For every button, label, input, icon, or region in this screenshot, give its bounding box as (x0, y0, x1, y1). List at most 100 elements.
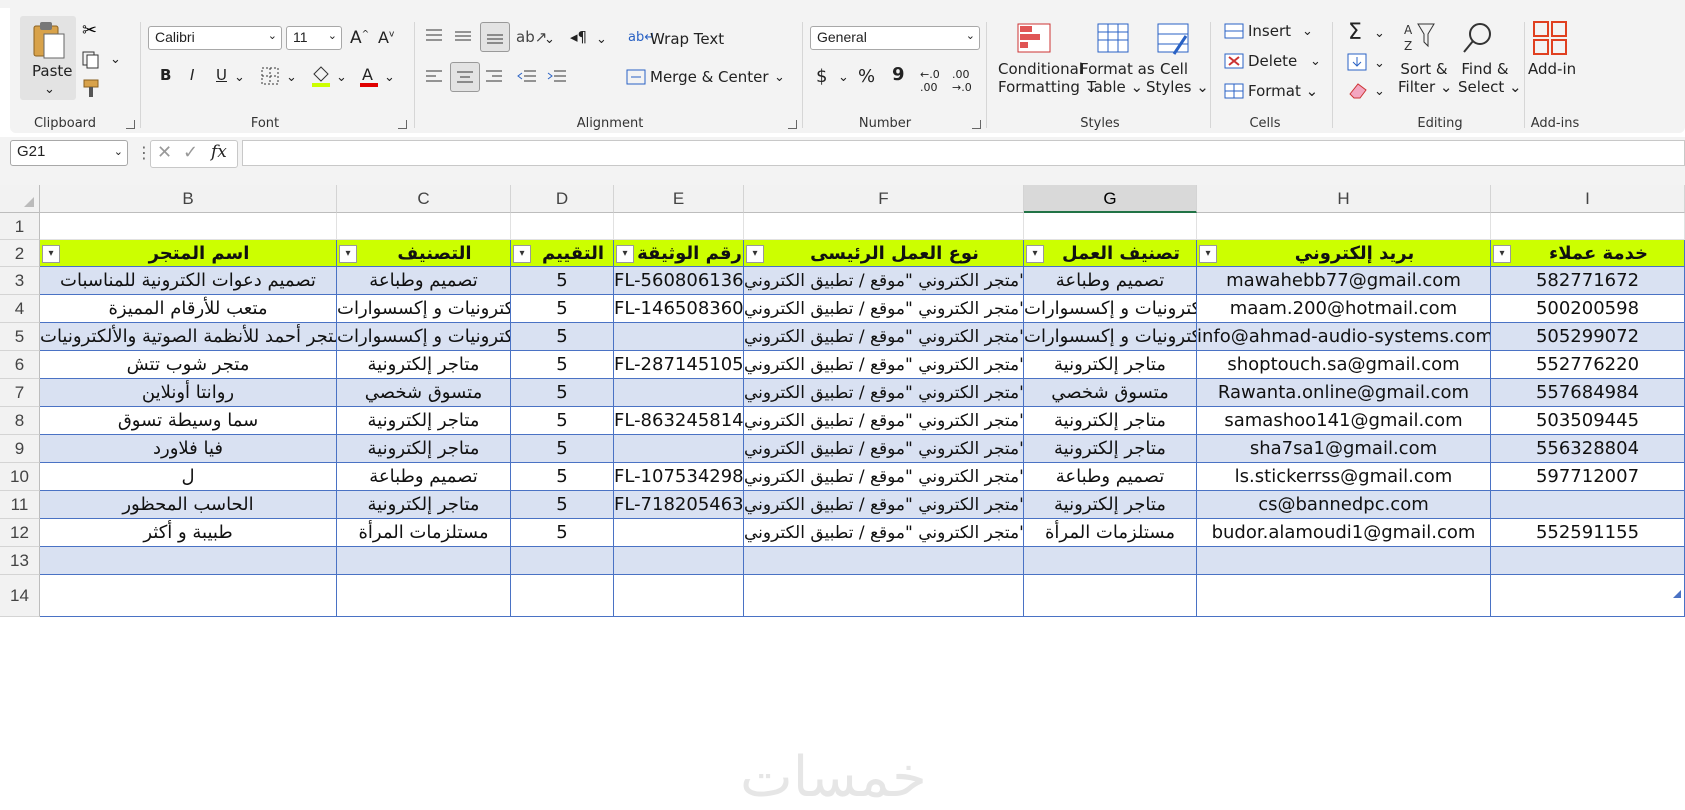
clipboard-launcher-icon[interactable] (126, 120, 135, 129)
row-header-13[interactable]: 13 (0, 547, 40, 575)
cell-row1[interactable] (40, 213, 337, 240)
autosum-icon[interactable]: Σ (1348, 20, 1362, 45)
table-cell[interactable]: متجر الكتروني "موقع / تطبيق الكتروني" (744, 295, 1024, 323)
table-cell[interactable]: samashoo141@gmail.com (1197, 407, 1491, 435)
decrease-font-size-icon[interactable]: Av (378, 28, 394, 47)
table-cell[interactable]: FL-107534298 (614, 463, 744, 491)
filter-dropdown-icon[interactable]: ▾ (1026, 245, 1044, 263)
table-header-cell[interactable]: بريد إلكتروني ▾ (1197, 240, 1491, 267)
table-cell[interactable]: 556328804 (1491, 435, 1685, 463)
align-left-icon[interactable] (424, 66, 444, 86)
table-header-cell[interactable]: خدمة عملاء ▾ (1491, 240, 1685, 267)
table-cell[interactable]: FL-287145105 (614, 351, 744, 379)
name-box[interactable]: G21 ⌄ (10, 140, 128, 166)
cut-icon[interactable]: ✂ (80, 20, 100, 40)
align-bottom-button[interactable] (480, 22, 510, 52)
column-header-b[interactable]: B (40, 185, 337, 213)
cell-row1[interactable] (1024, 213, 1197, 240)
table-cell[interactable] (614, 519, 744, 547)
table-cell[interactable]: سما وسيطة تسوق (40, 407, 337, 435)
table-cell[interactable]: 5 (511, 491, 614, 519)
merge-center-button[interactable]: Merge & Center (650, 68, 769, 86)
table-header-cell[interactable]: اسم المتجر ▾ (40, 240, 337, 267)
cancel-icon[interactable]: ✕ (157, 142, 172, 163)
row-header-1[interactable]: 1 (0, 213, 40, 240)
table-cell[interactable] (614, 323, 744, 351)
table-cell[interactable]: متاجر إلكترونية (1024, 351, 1197, 379)
table-cell[interactable]: تصميم وطباعة (337, 463, 511, 491)
row-header-11[interactable]: 11 (0, 491, 40, 519)
table-cell[interactable]: متاجر إلكترونية (337, 491, 511, 519)
table-cell[interactable]: 5 (511, 267, 614, 295)
table-cell[interactable]: FL-863245814 (614, 407, 744, 435)
table-cell[interactable]: تصميم وطباعة (1024, 463, 1197, 491)
font-size-select[interactable]: 11 ⌄ (286, 26, 342, 50)
formula-input[interactable] (242, 140, 1685, 166)
enter-icon[interactable]: ✓ (183, 142, 198, 163)
table-cell[interactable]: 5 (511, 463, 614, 491)
cell-row1[interactable] (1491, 213, 1685, 240)
align-top-icon[interactable] (424, 26, 444, 46)
row-header-10[interactable]: 10 (0, 463, 40, 491)
filter-dropdown-icon[interactable]: ▾ (339, 245, 357, 263)
column-header-c[interactable]: C (337, 185, 511, 213)
table-cell[interactable]: متاجر إلكترونية (1024, 435, 1197, 463)
table-cell[interactable]: 5 (511, 519, 614, 547)
column-header-i[interactable]: I (1491, 185, 1685, 213)
table-cell[interactable]: 503509445 (1491, 407, 1685, 435)
row-header-8[interactable]: 8 (0, 407, 40, 435)
currency-dropdown-icon[interactable]: ⌄ (838, 70, 849, 85)
paste-button[interactable]: Paste ⌄ (20, 16, 76, 100)
table-cell[interactable]: إلكترونيات و إكسسوارات (337, 323, 511, 351)
table-cell[interactable]: maam.200@hotmail.com (1197, 295, 1491, 323)
table-cell-empty[interactable] (40, 547, 337, 575)
table-cell[interactable]: 5 (511, 351, 614, 379)
filter-dropdown-icon[interactable]: ▾ (513, 245, 531, 263)
filter-dropdown-icon[interactable]: ▾ (1493, 245, 1511, 263)
table-cell[interactable]: 557684984 (1491, 379, 1685, 407)
table-cell[interactable]: متاجر إلكترونية (337, 351, 511, 379)
table-cell-empty[interactable] (1491, 575, 1685, 617)
cell-row1[interactable] (511, 213, 614, 240)
row-header-3[interactable]: 3 (0, 267, 40, 295)
column-header-g[interactable]: G (1024, 185, 1197, 213)
underline-icon[interactable]: U (216, 66, 227, 84)
wrap-text-button[interactable]: Wrap Text (650, 30, 724, 48)
fill-color-dropdown-icon[interactable]: ⌄ (336, 70, 347, 85)
row-header-2[interactable]: 2 (0, 240, 40, 267)
bold-icon[interactable]: B (160, 66, 171, 84)
cell-row1[interactable] (1197, 213, 1491, 240)
delete-dropdown-icon[interactable]: ⌄ (1310, 54, 1321, 69)
sort-filter-button[interactable]: Sort & Filter ⌄ (1398, 60, 1453, 96)
select-all-corner[interactable] (0, 185, 40, 213)
row-header-12[interactable]: 12 (0, 519, 40, 547)
filter-dropdown-icon[interactable]: ▾ (1199, 245, 1217, 263)
row-header-14[interactable]: 14 (0, 575, 40, 617)
table-cell[interactable]: الحاسب المحظور (40, 491, 337, 519)
underline-dropdown-icon[interactable]: ⌄ (234, 70, 245, 85)
table-cell[interactable]: متاجر إلكترونية (337, 435, 511, 463)
copy-icon[interactable] (80, 50, 102, 70)
table-cell[interactable]: FL-146508360 (614, 295, 744, 323)
table-cell[interactable]: cs@bannedpc.com (1197, 491, 1491, 519)
comma-style-button[interactable]: 9 (892, 64, 905, 85)
fill-icon[interactable] (1346, 52, 1368, 72)
insert-cells-button[interactable]: Insert (1248, 22, 1291, 40)
increase-decimal-icon[interactable]: ←.0.00 (920, 68, 940, 94)
orientation-icon[interactable]: ab↗ (516, 28, 547, 46)
column-header-f[interactable]: F (744, 185, 1024, 213)
format-painter-icon[interactable] (80, 78, 102, 100)
table-cell[interactable] (614, 435, 744, 463)
table-cell[interactable] (614, 379, 744, 407)
font-launcher-icon[interactable] (398, 120, 407, 129)
table-cell[interactable]: إلكترونيات و إكسسوارات (1024, 323, 1197, 351)
table-cell[interactable]: info@ahmad-audio-systems.com (1197, 323, 1491, 351)
table-cell-empty[interactable] (337, 547, 511, 575)
table-cell[interactable]: تصميم وطباعة (337, 267, 511, 295)
fill-dropdown-icon[interactable]: ⌄ (1374, 56, 1385, 71)
row-header-7[interactable]: 7 (0, 379, 40, 407)
table-cell[interactable]: FL-718205463 (614, 491, 744, 519)
table-cell[interactable]: FL-560806136 (614, 267, 744, 295)
currency-button[interactable]: $ (816, 66, 827, 87)
align-right-icon[interactable] (484, 66, 504, 86)
